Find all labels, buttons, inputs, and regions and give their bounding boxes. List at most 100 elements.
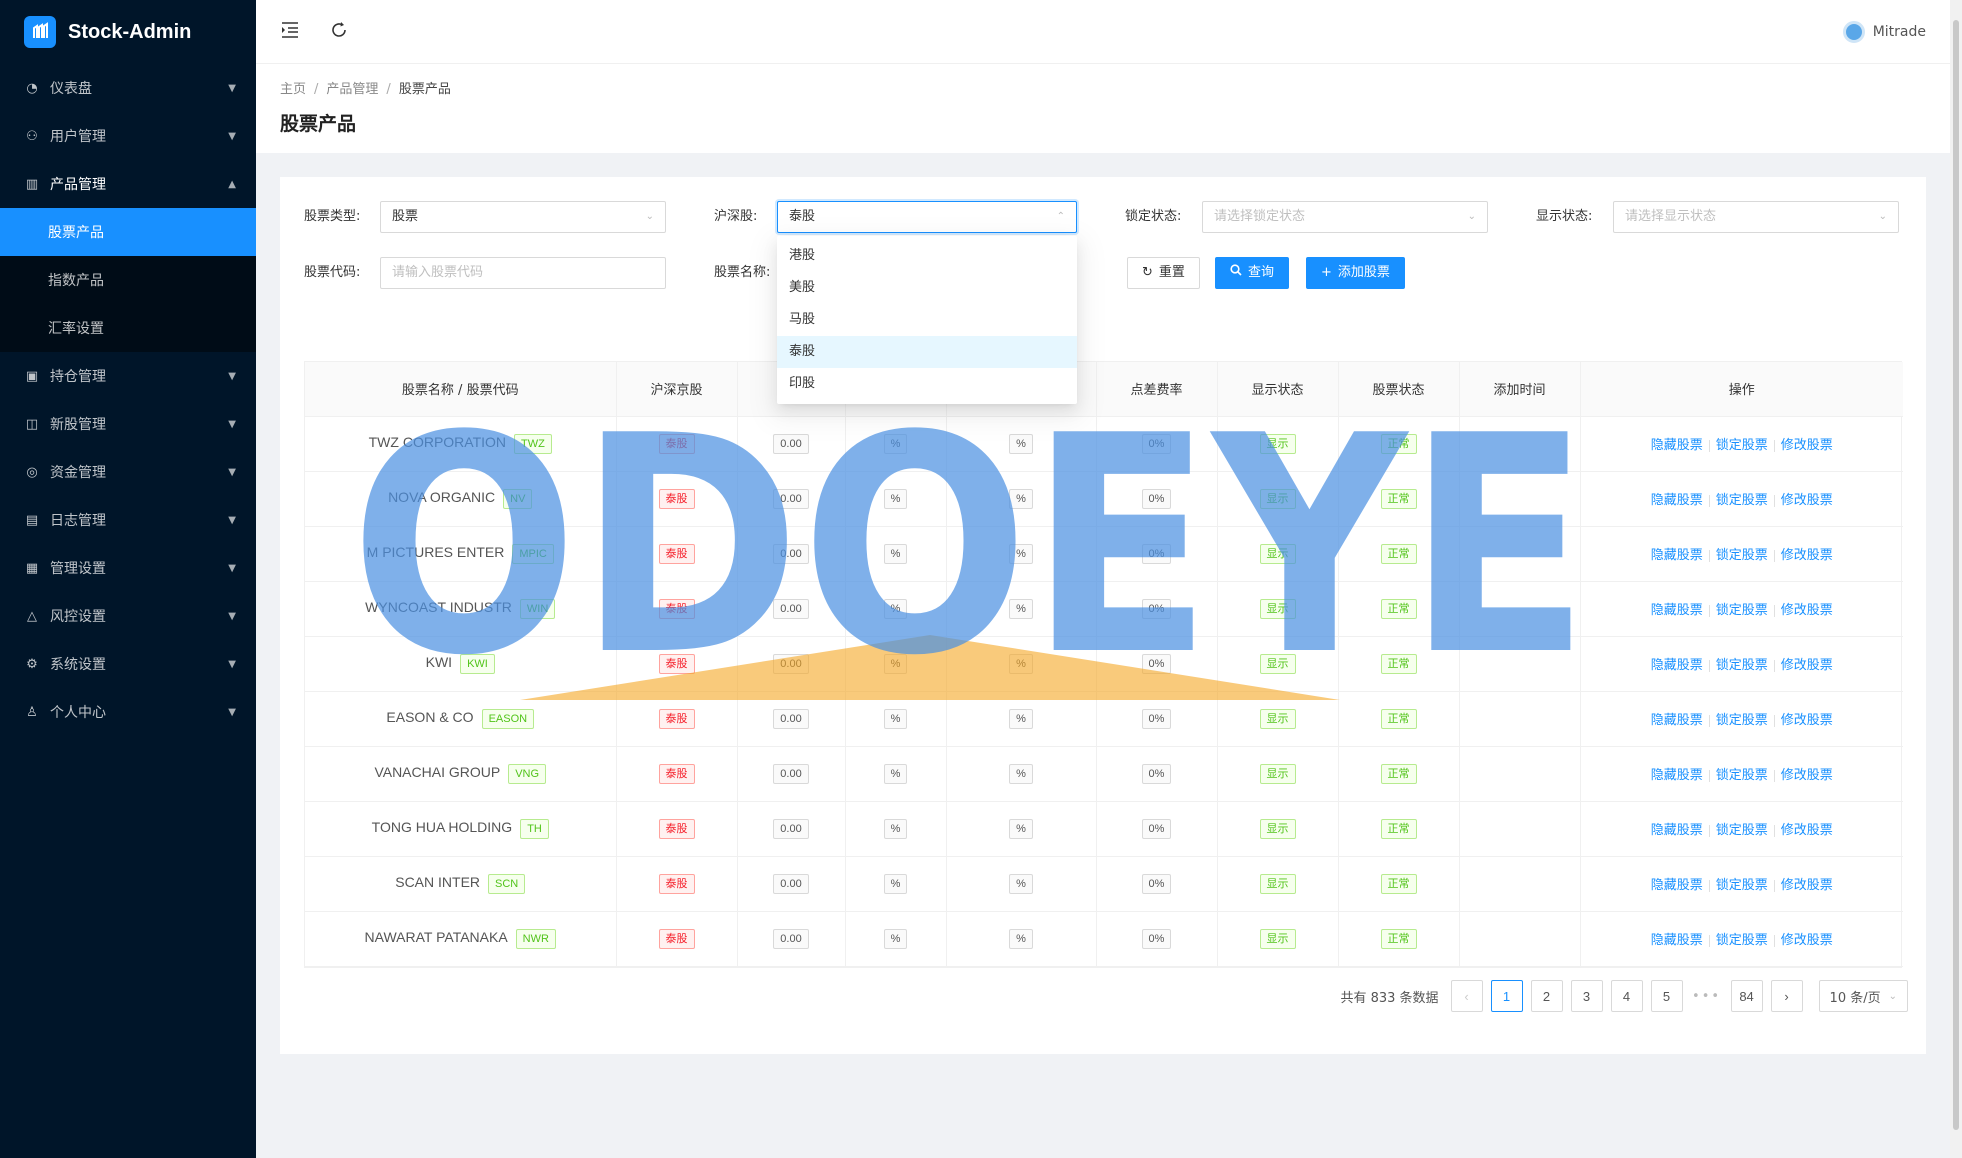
sidebar-item-3[interactable]: ▣ 持仓管理 ▼ (0, 352, 256, 400)
scrollbar-thumb[interactable] (1953, 20, 1959, 1130)
edit-stock-link[interactable]: 修改股票 (1781, 768, 1833, 783)
sidebar-item-2[interactable]: ▥ 产品管理 ▲ (0, 160, 256, 208)
lock-status-select[interactable]: 请选择锁定状态 ⌄ (1202, 201, 1488, 233)
edit-stock-link[interactable]: 修改股票 (1781, 493, 1833, 508)
lock-stock-link[interactable]: 锁定股票 (1716, 878, 1768, 893)
prev-page-button[interactable]: ‹ (1450, 980, 1483, 1012)
logo[interactable]: Stock-Admin (0, 0, 256, 64)
hide-stock-link[interactable]: 隐藏股票 (1651, 768, 1703, 783)
breadcrumb-product[interactable]: 产品管理 (326, 82, 378, 97)
dropdown-option[interactable]: 印股 (777, 368, 1077, 400)
refresh-icon[interactable] (330, 20, 348, 44)
sidebar-item-0[interactable]: ◔ 仪表盘 ▼ (0, 64, 256, 112)
ellipsis-icon[interactable]: ••• (1691, 989, 1723, 1004)
hide-stock-link[interactable]: 隐藏股票 (1651, 493, 1703, 508)
page-scrollbar[interactable] (1950, 0, 1962, 1158)
lock-stock-link[interactable]: 锁定股票 (1716, 603, 1768, 618)
percent-tag: % (1009, 488, 1033, 509)
sidebar-item-label: 产品管理 (50, 177, 106, 193)
next-page-button[interactable]: › (1770, 980, 1803, 1012)
user-menu[interactable]: Mitrade (1842, 20, 1926, 43)
edit-stock-link[interactable]: 修改股票 (1781, 658, 1833, 673)
hide-stock-link[interactable]: 隐藏股票 (1651, 878, 1703, 893)
stock-code-tag: WIN (519, 598, 556, 619)
spread-tag: 0% (1141, 763, 1172, 784)
page-last[interactable]: 84 (1730, 980, 1763, 1012)
edit-stock-link[interactable]: 修改股票 (1781, 933, 1833, 948)
edit-stock-link[interactable]: 修改股票 (1781, 878, 1833, 893)
sidebar-item-5[interactable]: ◎ 资金管理 ▼ (0, 448, 256, 496)
market-select[interactable]: 泰股 ⌃ (777, 201, 1077, 233)
actions-cell: 隐藏股票 锁定股票 修改股票 (1580, 581, 1903, 637)
sidebar-item-7[interactable]: ▦ 管理设置 ▼ (0, 544, 256, 592)
stock-name-cell: KWI KWI (305, 636, 617, 692)
hide-stock-link[interactable]: 隐藏股票 (1651, 713, 1703, 728)
breadcrumb-home[interactable]: 主页 (280, 82, 306, 97)
edit-stock-link[interactable]: 修改股票 (1781, 713, 1833, 728)
percent-tag: % (883, 433, 908, 454)
menu-fold-icon[interactable] (280, 20, 300, 44)
add-time-cell (1459, 471, 1581, 527)
percent-tag: % (1009, 598, 1033, 619)
actions-cell: 隐藏股票 锁定股票 修改股票 (1580, 416, 1903, 472)
edit-stock-link[interactable]: 修改股票 (1781, 603, 1833, 618)
reset-button[interactable]: ↻ 重置 (1127, 257, 1200, 289)
sidebar-item-1[interactable]: ⚇ 用户管理 ▼ (0, 112, 256, 160)
chevron-down-icon: ▼ (228, 370, 236, 382)
sidebar-item-9[interactable]: ⚙ 系统设置 ▼ (0, 640, 256, 688)
lock-stock-link[interactable]: 锁定股票 (1716, 823, 1768, 838)
lock-stock-link[interactable]: 锁定股票 (1716, 658, 1768, 673)
sidebar-subitem-0[interactable]: 股票产品 (0, 208, 256, 256)
spread-tag: 0% (1141, 543, 1172, 564)
page-4[interactable]: 4 (1610, 980, 1643, 1012)
value-tag: 0.00 (773, 873, 809, 894)
query-button[interactable]: 查询 (1215, 257, 1290, 289)
hide-stock-link[interactable]: 隐藏股票 (1651, 933, 1703, 948)
sidebar-item-label: 管理设置 (50, 561, 106, 577)
sidebar-subitem-2[interactable]: 汇率设置 (0, 304, 256, 352)
market-tag: 泰股 (658, 818, 695, 839)
sidebar-item-10[interactable]: ♙ 个人中心 ▼ (0, 688, 256, 736)
page-2[interactable]: 2 (1530, 980, 1563, 1012)
lock-stock-link[interactable]: 锁定股票 (1716, 768, 1768, 783)
market-tag: 泰股 (658, 598, 695, 619)
percent-tag: % (1009, 653, 1033, 674)
hide-stock-link[interactable]: 隐藏股票 (1651, 548, 1703, 563)
hide-stock-link[interactable]: 隐藏股票 (1651, 438, 1703, 453)
page-1[interactable]: 1 (1490, 980, 1523, 1012)
percent-tag: % (883, 818, 908, 839)
lock-stock-link[interactable]: 锁定股票 (1716, 548, 1768, 563)
value-cell: 0.00 (737, 746, 846, 802)
stock-type-select[interactable]: 股票 ⌄ (380, 201, 666, 233)
lock-stock-link[interactable]: 锁定股票 (1716, 933, 1768, 948)
stock-status-cell: 正常 (1338, 581, 1460, 637)
sidebar-subitem-1[interactable]: 指数产品 (0, 256, 256, 304)
page-size-select[interactable]: 10 条/页 ⌄ (1818, 980, 1908, 1012)
breadcrumb-current: 股票产品 (398, 82, 451, 97)
sidebar-item-6[interactable]: ▤ 日志管理 ▼ (0, 496, 256, 544)
hide-stock-link[interactable]: 隐藏股票 (1651, 823, 1703, 838)
page-3[interactable]: 3 (1570, 980, 1603, 1012)
display-status-tag: 显示 (1259, 708, 1296, 729)
add-stock-button[interactable]: + 添加股票 (1306, 257, 1405, 289)
display-status-select[interactable]: 请选择显示状态 ⌄ (1613, 201, 1899, 233)
hide-stock-link[interactable]: 隐藏股票 (1651, 658, 1703, 673)
edit-stock-link[interactable]: 修改股票 (1781, 823, 1833, 838)
display-status-cell: 显示 (1217, 856, 1339, 912)
page-5[interactable]: 5 (1650, 980, 1683, 1012)
dropdown-option[interactable]: 港股 (777, 240, 1077, 272)
lock-stock-link[interactable]: 锁定股票 (1716, 438, 1768, 453)
chevron-up-icon: ▲ (228, 178, 236, 190)
dropdown-option[interactable]: 美股 (777, 272, 1077, 304)
percent-tag: % (1009, 763, 1033, 784)
sidebar-item-4[interactable]: ◫ 新股管理 ▼ (0, 400, 256, 448)
edit-stock-link[interactable]: 修改股票 (1781, 438, 1833, 453)
lock-stock-link[interactable]: 锁定股票 (1716, 493, 1768, 508)
dropdown-option[interactable]: 泰股 (777, 336, 1077, 368)
sidebar-item-8[interactable]: △ 风控设置 ▼ (0, 592, 256, 640)
hide-stock-link[interactable]: 隐藏股票 (1651, 603, 1703, 618)
dropdown-option[interactable]: 马股 (777, 304, 1077, 336)
edit-stock-link[interactable]: 修改股票 (1781, 548, 1833, 563)
stock-code-input[interactable]: 请输入股票代码 (380, 257, 666, 289)
lock-stock-link[interactable]: 锁定股票 (1716, 713, 1768, 728)
